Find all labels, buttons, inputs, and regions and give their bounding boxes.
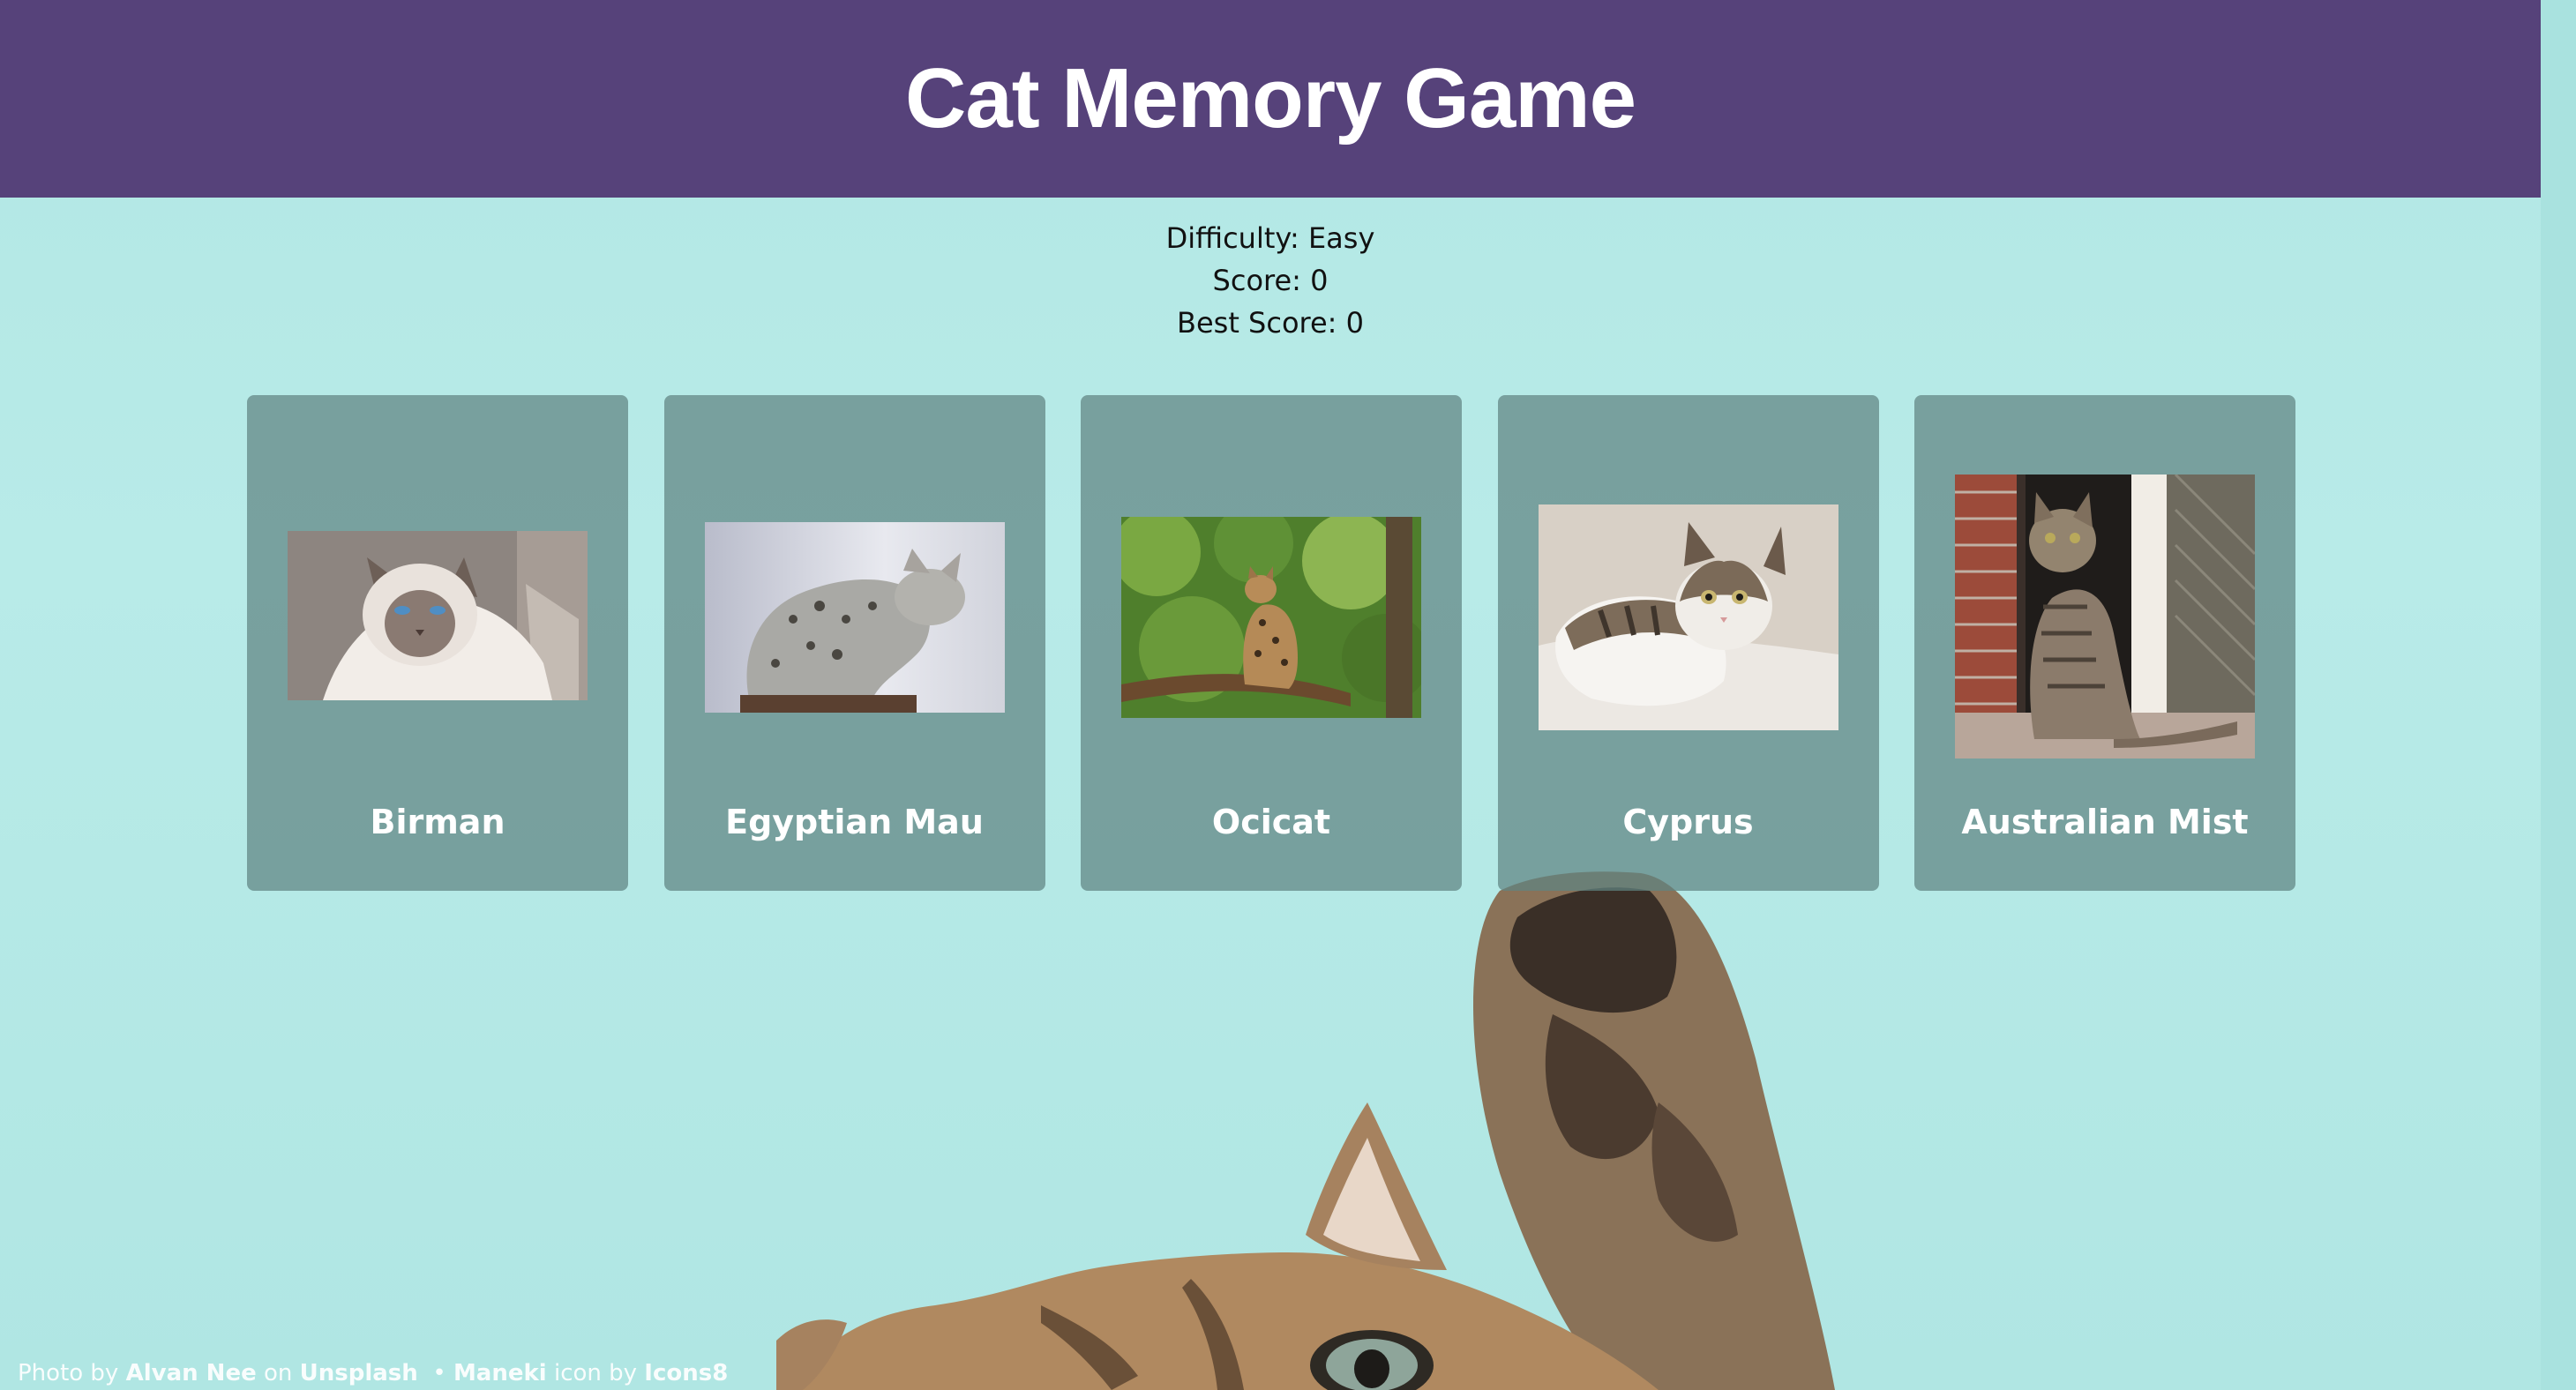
cat-card-label: Ocicat: [1211, 803, 1331, 841]
page-title: Cat Memory Game: [905, 51, 1636, 146]
australian-mist-photo: [1955, 475, 2255, 759]
cat-card-birman[interactable]: Birman: [247, 395, 628, 891]
on-text: on: [263, 1360, 293, 1386]
photographer-link[interactable]: Alvan Nee: [126, 1360, 257, 1386]
icon-by-text: icon by: [553, 1360, 638, 1386]
cat-card-ocicat[interactable]: Ocicat: [1081, 395, 1462, 891]
cat-card-label: Cyprus: [1622, 803, 1754, 841]
best-score-label: Best Score: 0: [1177, 306, 1364, 340]
egyptian-mau-photo: [704, 522, 1005, 713]
maneki-icon-link[interactable]: Maneki: [453, 1360, 547, 1386]
cat-card-label: Birman: [370, 803, 505, 841]
cat-card-cyprus[interactable]: Cyprus: [1497, 395, 1879, 891]
score-panel: Difficulty: Easy Score: 0 Best Score: 0: [0, 217, 2541, 344]
cyprus-photo: [1538, 504, 1838, 730]
score-label: Score: 0: [1212, 264, 1329, 297]
card-grid: Birman Egyptian Mau Ocicat Cyprus Austra…: [247, 395, 2295, 891]
separator-dot: •: [432, 1360, 446, 1386]
birman-photo: [288, 531, 588, 700]
cat-card-australian-mist[interactable]: Australian Mist: [1914, 395, 2295, 891]
unsplash-link[interactable]: Unsplash: [300, 1360, 418, 1386]
photo-by-text: Photo by: [18, 1360, 119, 1386]
app-header: Cat Memory Game: [0, 0, 2541, 198]
cat-card-label: Egyptian Mau: [725, 803, 984, 841]
vertical-scrollbar[interactable]: [2541, 0, 2576, 1390]
difficulty-label: Difficulty: Easy: [1165, 221, 1375, 255]
attribution-footer: Photo by Alvan Nee on Unsplash • Maneki …: [18, 1360, 728, 1386]
ocicat-photo: [1121, 517, 1421, 718]
page: Cat Memory Game Difficulty: Easy Score: …: [0, 0, 2541, 1390]
icons8-link[interactable]: Icons8: [644, 1360, 728, 1386]
cat-card-egyptian-mau[interactable]: Egyptian Mau: [663, 395, 1045, 891]
cat-card-label: Australian Mist: [1961, 803, 2249, 841]
